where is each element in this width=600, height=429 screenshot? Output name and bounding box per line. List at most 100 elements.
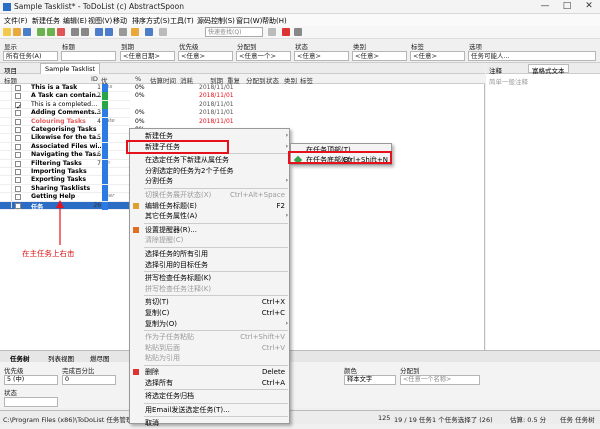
filter-priority-select[interactable]: <任意> — [178, 51, 233, 61]
col-percent[interactable]: % — [135, 75, 141, 83]
filter-status-select[interactable]: <任意> — [294, 51, 349, 61]
filter-icon[interactable] — [294, 28, 302, 36]
preferences-icon[interactable] — [119, 28, 127, 36]
col-assigned[interactable]: 分配到 — [246, 75, 266, 85]
filter-due-select[interactable]: <任意日期> — [120, 51, 175, 61]
task-row[interactable]: Navigating the Tas… — [0, 151, 130, 160]
task-checkbox[interactable]: ✓ — [15, 101, 22, 111]
task-checkbox[interactable] — [15, 152, 21, 159]
task-row[interactable]: A Task can contain… — [0, 92, 130, 101]
attr-percent-input[interactable]: 0 — [62, 375, 116, 385]
context-item-22[interactable]: 将选定任务归档 — [130, 391, 291, 402]
menu-window[interactable]: 窗口(W) — [236, 16, 262, 26]
menu-view[interactable]: 视图(V) — [88, 16, 112, 26]
task-checkbox[interactable] — [15, 194, 21, 201]
task-row[interactable]: Sharing Tasklists — [0, 185, 130, 194]
context-item-20[interactable]: 删除 Delete — [130, 367, 291, 378]
task-checkbox[interactable] — [15, 169, 21, 175]
context-item-18[interactable]: 粘贴到后面 Ctrl+V — [130, 343, 291, 354]
new-subtask-icon[interactable] — [47, 28, 55, 36]
filter-tag-select[interactable]: <任意> — [410, 51, 465, 61]
close-tasklist-icon[interactable] — [282, 28, 290, 36]
col-id[interactable]: ID — [91, 75, 98, 83]
col-spent[interactable]: 消耗 — [180, 75, 193, 85]
attr-status-select[interactable] — [4, 397, 58, 407]
notes-placeholder[interactable]: 简单一般注释 — [489, 76, 528, 86]
attr-color-select[interactable]: 释本文字 — [344, 375, 396, 385]
col-tags[interactable]: 标签 — [300, 75, 313, 85]
context-item-6[interactable]: 编辑任务标题(E) F2 — [130, 201, 291, 212]
menu-file[interactable]: 文件(F) — [4, 16, 28, 26]
context-item-4[interactable]: 分割任务 › — [130, 176, 291, 187]
task-checkbox[interactable] — [15, 185, 21, 192]
task-checkbox[interactable] — [15, 110, 21, 117]
task-row[interactable]: Importing TasksIt — [0, 168, 130, 177]
context-item-17[interactable]: 作为子任务粘贴 Ctrl+Shift+V — [130, 332, 291, 343]
context-item-10[interactable]: 选择任务的所有引用 — [130, 249, 291, 260]
menu-sort[interactable]: 排序方式(S) — [132, 16, 170, 26]
task-checkbox[interactable] — [15, 177, 21, 184]
task-checkbox[interactable] — [15, 127, 21, 133]
attr-priority-select[interactable]: 5 (中) — [4, 375, 58, 385]
open-folder-icon[interactable] — [13, 28, 21, 36]
save-icon[interactable] — [23, 28, 31, 36]
context-item-7[interactable]: 其它任务属性(A) › — [130, 211, 291, 222]
move-up-icon[interactable] — [95, 28, 103, 36]
context-item-16[interactable]: 复制为(O) › — [130, 319, 291, 330]
new-task-icon[interactable] — [37, 28, 45, 36]
filter-options-select[interactable]: 任务可能人... — [468, 51, 596, 61]
context-item-14[interactable]: 剪切(T) Ctrl+X — [130, 297, 291, 308]
context-item-19[interactable]: 粘贴为引用 — [130, 353, 291, 364]
find-icon[interactable] — [145, 28, 153, 36]
context-item-11[interactable]: 选择引用的目标任务 — [130, 260, 291, 271]
menu-help[interactable]: 帮助(H) — [262, 16, 287, 26]
move-down-icon[interactable] — [105, 28, 113, 36]
task-row[interactable]: Exporting TasksIt — [0, 176, 130, 185]
context-item-2[interactable]: 在选定任务下新建从属任务 — [130, 155, 291, 166]
task-checkbox[interactable] — [15, 85, 21, 91]
context-item-15[interactable]: 复制(C) Ctrl+C — [130, 308, 291, 319]
context-item-8[interactable]: 设置提醒器(R)... — [130, 225, 291, 236]
col-category[interactable]: 类别 — [284, 75, 297, 85]
close-button[interactable]: ✕ — [578, 0, 600, 14]
task-row[interactable]: ✓ This is a completed… — [0, 101, 130, 111]
task-row[interactable]: Categorising Tasks — [0, 126, 130, 135]
task-checkbox[interactable] — [15, 202, 21, 209]
context-item-3[interactable]: 分割选定的任务为2个子任务 — [130, 166, 291, 177]
notes-format-select[interactable]: 富格式文本 — [528, 64, 569, 75]
context-item-12[interactable]: 拼写检查任务标题(K) — [130, 273, 291, 284]
col-estimate[interactable]: 估算时间 — [150, 75, 176, 85]
attr-assigned-select[interactable]: <任意一个名称> — [400, 375, 480, 385]
context-item-23[interactable]: 用Email发送选定任务(T)... — [130, 405, 291, 416]
task-checkbox[interactable] — [15, 118, 21, 125]
task-row[interactable]: Filtering TasksOn — [0, 160, 130, 168]
context-item-9[interactable]: 清除提醒(C) — [130, 235, 291, 246]
task-row[interactable]: Likewise for the ta… — [0, 134, 130, 143]
filter-category-select[interactable]: <任意> — [352, 51, 407, 61]
context-item-21[interactable]: 选择所有 Ctrl+A — [130, 378, 291, 389]
context-item-5[interactable]: 切换任务展开状态(X) Ctrl+Alt+Space — [130, 190, 291, 201]
undo-icon[interactable] — [71, 28, 79, 36]
task-checkbox[interactable] — [15, 160, 21, 167]
redo-icon[interactable] — [81, 28, 89, 36]
task-row[interactable]: Colouring Tasks Cate — [0, 118, 130, 126]
filter-show-select[interactable]: 所有任务(A) — [3, 51, 58, 61]
filter-title-input[interactable] — [61, 51, 116, 61]
col-status[interactable]: 状态 — [266, 75, 279, 85]
maximize-button[interactable]: □ — [556, 0, 578, 14]
menu-tools[interactable]: 工具(T) — [170, 16, 194, 26]
search-go-icon[interactable] — [268, 28, 276, 36]
filter-assigned-select[interactable]: <任意一个> — [236, 51, 291, 61]
task-row[interactable]: Adding Comments… — [0, 109, 130, 118]
delete-task-icon[interactable] — [57, 28, 65, 36]
task-checkbox[interactable] — [15, 143, 21, 150]
context-item-13[interactable]: 拼写检查任务注释(K) — [130, 284, 291, 295]
quick-find-input[interactable]: 快速查找(Q) — [205, 27, 263, 37]
minimize-button[interactable]: — — [534, 0, 556, 14]
print-icon[interactable] — [131, 28, 139, 36]
task-checkbox[interactable] — [15, 93, 21, 100]
task-row[interactable]: This is a TaskNes — [0, 84, 130, 93]
task-row[interactable]: Associated Files wi… — [0, 143, 130, 152]
menu-source-control[interactable]: 源码控制(S) — [197, 16, 235, 26]
task-checkbox[interactable] — [15, 135, 21, 142]
